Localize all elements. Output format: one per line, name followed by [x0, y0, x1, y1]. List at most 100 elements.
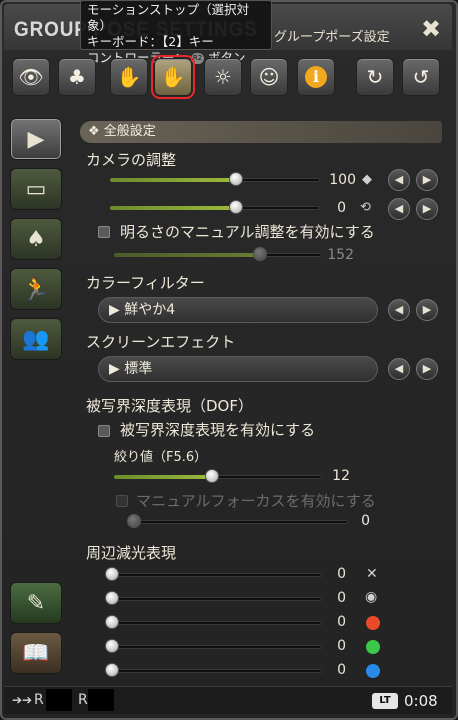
reset-icon: ↻ [366, 65, 384, 89]
camera-label: カメラの調整 [86, 151, 177, 169]
color-filter-next-button[interactable]: ▶ [416, 299, 438, 321]
adjust-icon: ◉ [365, 589, 378, 605]
slider-thumb [127, 514, 141, 528]
eye-icon: 👁 [18, 65, 44, 89]
camera-slider-1-value: 100 [329, 172, 356, 188]
brightness-checkbox[interactable] [98, 226, 110, 238]
manual-focus-checkbox [116, 495, 128, 507]
rotate-icon: ⟲ [360, 200, 371, 215]
color-filter-label: カラーフィルター [86, 274, 205, 292]
redacted-box-1 [46, 689, 72, 711]
face-icon: ☺ [258, 65, 280, 89]
status-bar: ➔➔ R R LT 0:08 [4, 686, 452, 714]
screen-effect-dropdown[interactable]: ▶ 標準 [98, 356, 378, 382]
camera-slider-2-value: 0 [337, 200, 346, 216]
timer: 0:08 [404, 692, 438, 710]
focus-value: 0 [361, 513, 370, 529]
camera-2-increase-button[interactable]: ▶ [416, 198, 438, 220]
slider-track [112, 597, 322, 601]
slider-thumb[interactable] [252, 247, 267, 261]
face-button[interactable]: ☺ [250, 58, 288, 96]
slider-thumb[interactable] [204, 469, 219, 483]
group-motion-icon: 👥 [22, 326, 50, 352]
camera-settings-icon: ▶ [27, 126, 45, 152]
camera-1-increase-button[interactable]: ▶ [416, 169, 438, 191]
color-filter-prev-button[interactable]: ◀ [388, 299, 410, 321]
slider-thumb[interactable] [105, 615, 119, 629]
vignette-slider-1[interactable] [105, 567, 322, 581]
brightness-value: 152 [327, 247, 354, 263]
screen-effect-prev-button[interactable]: ◀ [388, 358, 410, 380]
aperture-slider[interactable] [114, 469, 322, 483]
dof-checkbox[interactable] [98, 425, 110, 437]
tooltip-line1: モーションストップ（選択対象） [87, 2, 250, 33]
window-title-ja: グループポーズ設定 [274, 30, 390, 45]
focus-slider [127, 514, 348, 528]
screen-effect-next-button[interactable]: ▶ [416, 358, 438, 380]
close-x-icon[interactable]: ✖ [418, 16, 444, 42]
sidebar-item-group-motion[interactable]: 👥 [10, 318, 62, 360]
sidebar-item-frame[interactable]: ▭ [10, 168, 62, 210]
motion-stop-all-icon: ✋ [116, 65, 142, 89]
dof-label: 被写界深度表現（DOF） [86, 397, 253, 415]
motion-icon: 🏃 [22, 276, 50, 302]
slider-track [134, 520, 348, 524]
vignette-slider-2[interactable] [105, 591, 322, 605]
sidebar-item-lighting[interactable]: ♠ [10, 218, 62, 260]
status-r1: R [34, 692, 44, 708]
vignette-3-value: 0 [337, 614, 346, 630]
status-r2: R [78, 692, 88, 708]
info-icon: i [305, 66, 327, 88]
vignette-slider-5[interactable] [105, 663, 322, 677]
vignette-2-value: 0 [337, 590, 346, 606]
undo-button[interactable]: ↺ [402, 58, 440, 96]
slider-fill [114, 253, 260, 257]
screen-effect-label: スクリーンエフェクト [86, 333, 236, 351]
light-lock-button[interactable]: ☼ [204, 58, 242, 96]
motion-stop-selected-button[interactable]: ✋ [151, 55, 195, 99]
camera-1-decrease-button[interactable]: ◀ [388, 169, 410, 191]
lighting-icon: ♠ [26, 226, 46, 252]
slider-thumb[interactable] [105, 639, 119, 653]
slider-thumb[interactable] [229, 172, 243, 186]
vignette-slider-4[interactable] [105, 639, 322, 653]
color-filter-dropdown[interactable]: ▶ 鮮やか4 [98, 297, 378, 323]
info-button[interactable]: i [297, 58, 335, 96]
lt-button-icon: LT [372, 693, 398, 709]
sidebar-item-motion[interactable]: 🏃 [10, 268, 62, 310]
slider-thumb[interactable] [105, 591, 119, 605]
vignette-5-value: 0 [337, 662, 346, 678]
sidebar-item-camera[interactable]: ▶ [10, 118, 62, 160]
blue-dot-icon [366, 664, 380, 678]
slider-thumb[interactable] [105, 567, 119, 581]
lamp-button[interactable]: ♣ [58, 58, 96, 96]
camera-slider-2[interactable] [110, 200, 320, 214]
eye-button[interactable]: 👁 [12, 58, 50, 96]
slider-track [112, 669, 322, 673]
camera-2-decrease-button[interactable]: ◀ [388, 198, 410, 220]
sidebar-item-quill[interactable]: ✎ [10, 582, 62, 624]
double-arrow-icon: ➔➔ [12, 693, 33, 707]
manual-focus-label: マニュアルフォーカスを有効にする [136, 492, 376, 510]
slider-thumb[interactable] [105, 663, 119, 677]
undo-icon: ↺ [412, 65, 430, 89]
motion-stop-all-button[interactable]: ✋ [110, 58, 148, 96]
slider-track [112, 573, 322, 577]
lamp-icon: ♣ [68, 65, 86, 89]
brightness-slider[interactable] [114, 247, 322, 261]
expand-icon: ✕ [366, 566, 378, 582]
green-dot-icon [366, 640, 380, 654]
motion-stop-selected-icon: ✋ [160, 65, 186, 89]
vignette-slider-3[interactable] [105, 615, 322, 629]
tooltip-line2: キーボード：【2】キー [87, 34, 214, 49]
sidebar-item-book[interactable]: 📖 [10, 632, 62, 674]
slider-thumb[interactable] [229, 200, 243, 214]
vignette-1-value: 0 [337, 566, 346, 582]
camera-slider-1[interactable] [110, 172, 320, 186]
reset-button[interactable]: ↻ [356, 58, 394, 96]
tooltip: モーションストップ（選択対象） キーボード：【2】キー コントローラー： R2 … [80, 0, 272, 65]
brightness-checkbox-label: 明るさのマニュアル調整を有効にする [120, 223, 375, 241]
slider-track [112, 645, 322, 649]
book-icon: 📖 [22, 640, 50, 666]
aperture-value: 12 [332, 468, 350, 484]
